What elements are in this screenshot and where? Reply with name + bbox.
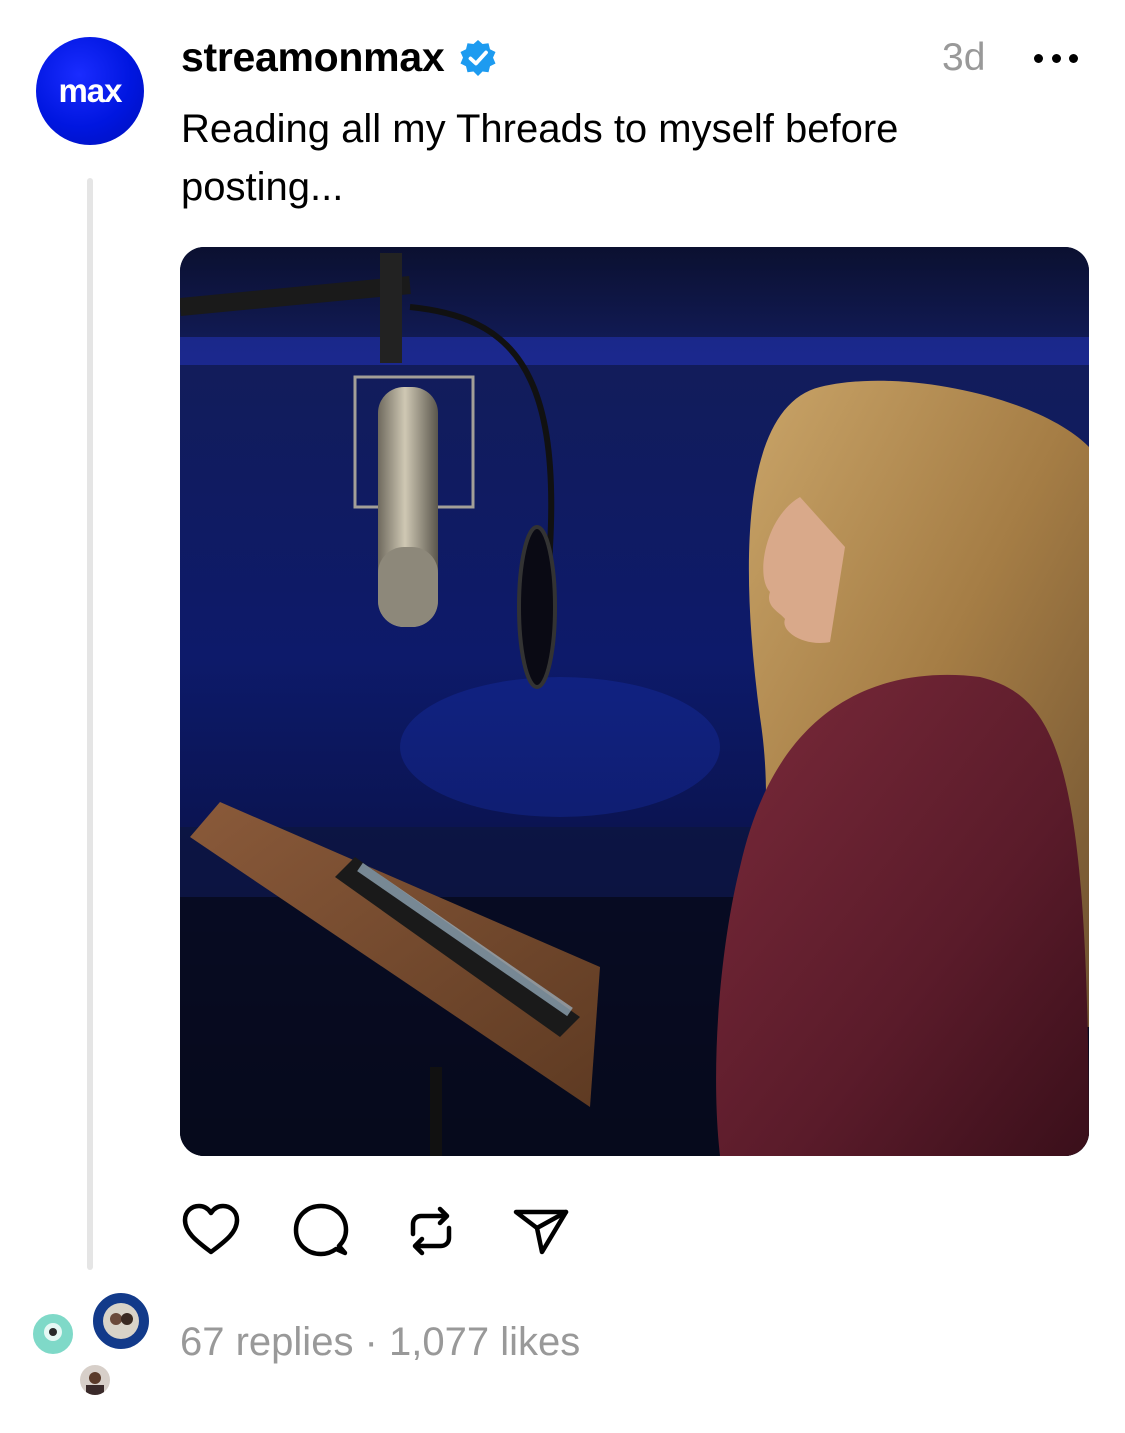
post-timestamp: 3d <box>942 36 986 79</box>
post-text: Reading all my Threads to myself before … <box>181 107 899 209</box>
repost-icon[interactable] <box>400 1200 462 1262</box>
replies-count[interactable]: 67 replies <box>180 1320 353 1364</box>
username[interactable]: streamonmax <box>181 34 445 81</box>
replier-avatar[interactable] <box>77 1362 113 1398</box>
send-icon[interactable] <box>510 1200 572 1262</box>
ellipsis-dot-icon <box>1051 53 1061 63</box>
avatar-max[interactable]: max <box>36 37 144 145</box>
replier-avatar[interactable] <box>90 1290 152 1352</box>
stats-separator: · <box>353 1320 389 1364</box>
post-header: streamonmax <box>181 34 498 81</box>
ellipsis-dot-icon <box>1034 53 1043 63</box>
verified-badge-icon <box>460 39 496 76</box>
action-bar <box>180 1200 572 1262</box>
replier-avatar[interactable] <box>30 1311 76 1357</box>
ellipsis-dot-icon <box>1069 53 1078 63</box>
likes-count[interactable]: 1,077 likes <box>389 1320 580 1364</box>
comment-icon[interactable] <box>290 1200 352 1262</box>
heart-icon[interactable] <box>180 1200 242 1262</box>
more-options-button[interactable] <box>1034 48 1078 68</box>
avatar-label: max <box>58 72 122 109</box>
post-stats: 67 replies · 1,077 likes <box>180 1320 580 1365</box>
thread-line <box>87 178 93 1270</box>
post-image[interactable] <box>180 247 1089 1156</box>
